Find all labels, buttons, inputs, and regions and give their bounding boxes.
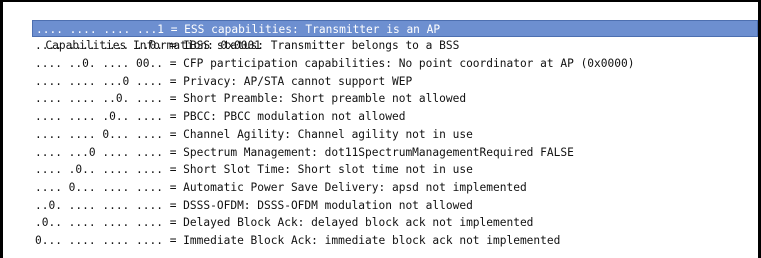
field-row-immediate-block-ack[interactable]: 0... .... .... .... = Immediate Block Ac… <box>3 232 758 250</box>
field-row-spectrum-management[interactable]: .... ...0 .... .... = Spectrum Managemen… <box>3 144 758 162</box>
capabilities-field-list: .... .... .... ...1 = ESS capabilities: … <box>3 19 758 250</box>
field-row-short-preamble[interactable]: .... .... ..0. .... = Short Preamble: Sh… <box>3 90 758 108</box>
field-row-pbcc[interactable]: .... .... .0.. .... = PBCC: PBCC modulat… <box>3 108 758 126</box>
field-row-ibss-status[interactable]: .... .... .... ..0. = IBSS status: Trans… <box>3 37 758 55</box>
field-row-ess-capabilities[interactable]: .... .... .... ...1 = ESS capabilities: … <box>32 19 758 38</box>
field-row-delayed-block-ack[interactable]: .0.. .... .... .... = Delayed Block Ack:… <box>3 214 758 232</box>
capabilities-tree-panel: ▽ Capabilities Information: 0x0001 .... … <box>3 2 758 258</box>
field-row-privacy[interactable]: .... .... ...0 .... = Privacy: AP/STA ca… <box>3 73 758 91</box>
capabilities-info-header[interactable]: ▽ Capabilities Information: 0x0001 <box>3 2 758 53</box>
field-row-dsss-ofdm[interactable]: ..0. .... .... .... = DSSS-OFDM: DSSS-OF… <box>3 197 758 215</box>
field-row-short-slot-time[interactable]: .... .0.. .... .... = Short Slot Time: S… <box>3 161 758 179</box>
field-row-cfp-participation[interactable]: .... ..0. .... 00.. = CFP participation … <box>3 55 758 73</box>
field-row-channel-agility[interactable]: .... .... 0... .... = Channel Agility: C… <box>3 126 758 144</box>
field-row-apsd[interactable]: .... 0... .... .... = Automatic Power Sa… <box>3 179 758 197</box>
packet-details-view: ▽ Capabilities Information: 0x0001 .... … <box>0 0 761 258</box>
